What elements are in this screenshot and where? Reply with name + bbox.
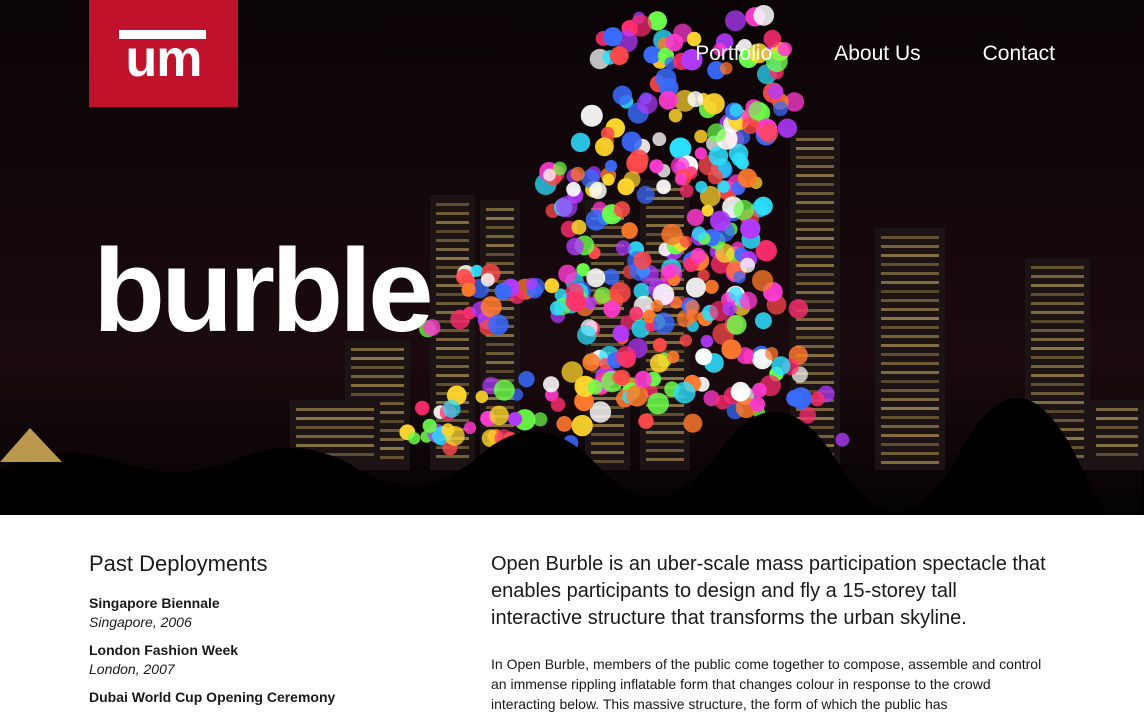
deployment-name: London Fashion Week (89, 642, 239, 658)
main-nav: Portfolio About Us Contact (695, 42, 1055, 66)
logo-bar (119, 30, 206, 39)
nav-about-us[interactable]: About Us (834, 42, 920, 66)
logo-text: um (125, 29, 203, 88)
deployment-place: London, 2007 (89, 661, 175, 677)
nav-contact[interactable]: Contact (983, 42, 1055, 66)
past-deployments: Past Deployments Singapore Biennale Sing… (89, 551, 429, 717)
past-deployments-heading: Past Deployments (89, 551, 268, 576)
brand-logo[interactable]: um (89, 0, 238, 107)
deployment-item: Dubai World Cup Opening Ceremony (89, 689, 429, 705)
description-lead: Open Burble is an uber-scale mass partic… (491, 553, 1046, 629)
deployment-item: London Fashion Week London, 2007 (89, 642, 429, 677)
nav-portfolio[interactable]: Portfolio (695, 42, 772, 66)
description-body: In Open Burble, members of the public co… (491, 656, 1042, 712)
deployment-name: Singapore Biennale (89, 595, 220, 611)
hero-title: burble (93, 225, 434, 357)
deployment-item: Singapore Biennale Singapore, 2006 (89, 595, 429, 630)
hero-banner: um Portfolio About Us Contact burble (0, 0, 1144, 515)
content-section: Past Deployments Singapore Biennale Sing… (0, 515, 1144, 716)
deployment-name: Dubai World Cup Opening Ceremony (89, 689, 336, 705)
project-description: Open Burble is an uber-scale mass partic… (491, 551, 1051, 714)
deployment-place: Singapore, 2006 (89, 614, 192, 630)
